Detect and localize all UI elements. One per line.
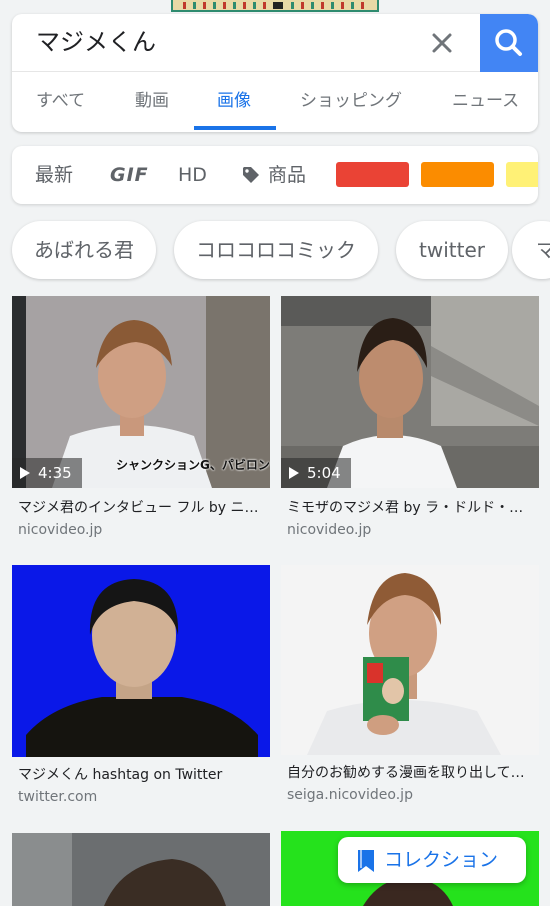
result-title[interactable]: マジメくん hashtag on Twitter <box>18 765 268 785</box>
tab-videos[interactable]: 動画 <box>135 90 169 112</box>
image-result[interactable]: シャンクションG、パビロン 4:35 マジメ君のインタビュー フル by ニコニ… <box>12 296 270 546</box>
search-icon <box>495 29 522 56</box>
search-button[interactable] <box>480 14 538 72</box>
filter-bar: 最新 GIF HD 商品 <box>12 146 538 204</box>
result-thumbnail[interactable] <box>12 565 270 757</box>
video-duration-badge: 5:04 <box>281 458 351 488</box>
filter-gif[interactable]: GIF <box>110 163 149 187</box>
image-result[interactable]: 自分のお勧めする漫画を取り出して… seiga.nicovideo.jp <box>281 565 539 815</box>
color-filter-yellow[interactable] <box>506 162 538 187</box>
image-result[interactable] <box>12 833 270 906</box>
tab-images[interactable]: 画像 <box>217 90 251 112</box>
video-duration-badge: 4:35 <box>12 458 82 488</box>
filter-hd[interactable]: HD <box>178 163 207 187</box>
filter-products[interactable]: 商品 <box>268 163 306 187</box>
chip-related-search[interactable]: あばれる君 <box>12 221 156 279</box>
image-result[interactable]: 5:04 ミモザのマジメ君 by ラ・ドルド・ド… nicovideo.jp <box>281 296 539 546</box>
result-source: seiga.nicovideo.jp <box>287 787 413 803</box>
collection-button[interactable]: コレクション <box>338 837 526 883</box>
doodle-banner[interactable] <box>171 0 379 12</box>
color-filter-red[interactable] <box>336 162 409 187</box>
clear-search-button[interactable] <box>426 27 458 59</box>
filter-latest[interactable]: 最新 <box>35 163 73 187</box>
result-title[interactable]: 自分のお勧めする漫画を取り出して… <box>287 763 537 783</box>
color-filter-orange[interactable] <box>421 162 494 187</box>
search-card: マジメくん すべて 動画 画像 ショッピング ニュース <box>12 14 538 132</box>
result-thumbnail[interactable] <box>281 565 539 755</box>
play-icon <box>289 466 299 479</box>
result-title[interactable]: ミモザのマジメ君 by ラ・ドルド・ド… <box>287 498 537 518</box>
person-photo <box>12 833 270 906</box>
result-thumbnail[interactable]: シャンクションG、パビロン 4:35 <box>12 296 270 488</box>
image-result[interactable]: マジメくん hashtag on Twitter twitter.com <box>12 565 270 815</box>
chip-related-search[interactable]: コロコロコミック <box>174 221 378 279</box>
tag-icon <box>243 167 259 183</box>
search-input[interactable]: マジメくん <box>36 26 156 58</box>
video-caption-overlay: シャンクションG、パビロン <box>116 458 270 472</box>
search-bar[interactable]: マジメくん <box>12 14 538 72</box>
bookmark-icon <box>358 850 374 872</box>
active-tab-indicator <box>194 126 276 130</box>
tab-all[interactable]: すべて <box>36 90 85 112</box>
person-photo <box>12 565 270 757</box>
person-photo <box>281 565 539 755</box>
result-thumbnail[interactable]: 5:04 <box>281 296 539 488</box>
search-tabs: すべて 動画 画像 ショッピング ニュース <box>12 72 538 132</box>
result-title[interactable]: マジメ君のインタビュー フル by ニコニ… <box>18 498 268 518</box>
close-icon <box>432 33 452 53</box>
result-thumbnail[interactable] <box>12 833 270 906</box>
result-source: nicovideo.jp <box>287 522 372 538</box>
result-source: twitter.com <box>18 789 98 805</box>
tab-news[interactable]: ニュース <box>452 90 519 112</box>
result-source: nicovideo.jp <box>18 522 103 538</box>
play-icon <box>20 466 30 479</box>
chip-related-search[interactable]: twitter <box>396 221 508 279</box>
collection-label: コレクション <box>384 849 499 871</box>
tab-shopping[interactable]: ショッピング <box>300 90 402 112</box>
chip-related-search[interactable]: マ <box>512 221 550 279</box>
